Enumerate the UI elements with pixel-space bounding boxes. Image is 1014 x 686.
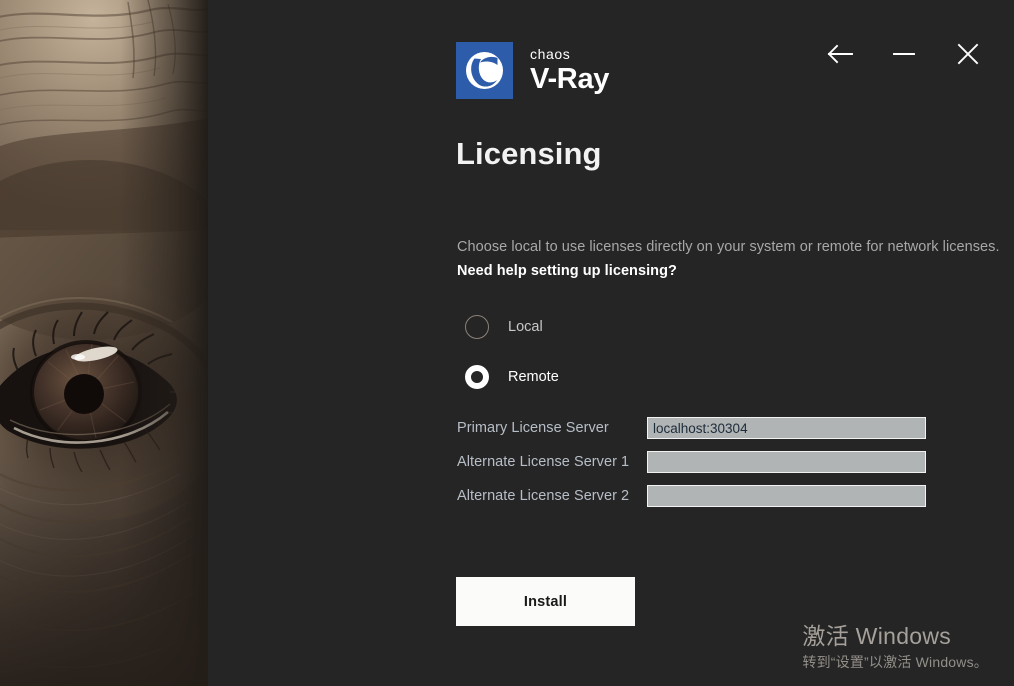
label-primary-license-server: Primary License Server: [457, 420, 609, 436]
activation-subtitle: 转到“设置”以激活 Windows。: [802, 654, 988, 670]
installer-content-panel: chaos V-Ray Licensing Choose local to us…: [208, 0, 1014, 686]
windows-activation-watermark: 激活 Windows 转到“设置”以激活 Windows。: [802, 622, 988, 672]
label-alternate-license-server-2: Alternate License Server 2: [457, 488, 630, 504]
radio-label-remote: Remote: [508, 369, 559, 385]
close-icon: [956, 42, 980, 66]
page-title: Licensing: [456, 136, 602, 171]
elderly-eye-photo: [0, 0, 208, 686]
radio-indicator-local[interactable]: [465, 315, 489, 339]
radio-indicator-remote[interactable]: [465, 365, 489, 389]
vray-logo-icon: [456, 42, 513, 99]
close-button[interactable]: [948, 34, 988, 74]
install-button[interactable]: Install: [456, 577, 635, 626]
field-row-alternate-2: Alternate License Server 2: [457, 485, 926, 507]
input-alternate-license-server-1[interactable]: [647, 451, 926, 473]
radio-option-remote[interactable]: Remote: [465, 362, 559, 392]
radio-option-local[interactable]: Local: [465, 312, 559, 342]
minimize-icon: [892, 43, 916, 65]
license-mode-radio-group: Local Remote: [465, 312, 559, 392]
brand-company-name: chaos: [530, 46, 571, 62]
brand-wordmark: chaos V-Ray: [530, 47, 609, 94]
input-primary-license-server[interactable]: [647, 417, 926, 439]
window-controls: [820, 34, 988, 74]
brand-lockup: chaos V-Ray: [456, 42, 609, 99]
field-row-alternate-1: Alternate License Server 1: [457, 451, 926, 473]
hero-image-panel: [0, 0, 208, 686]
minimize-button[interactable]: [884, 34, 924, 74]
field-row-primary: Primary License Server: [457, 417, 926, 439]
licensing-description: Choose local to use licenses directly on…: [457, 239, 1000, 255]
arrow-left-icon: [826, 43, 854, 65]
radio-label-local: Local: [508, 319, 543, 335]
back-button[interactable]: [820, 34, 860, 74]
licensing-help-link[interactable]: Need help setting up licensing?: [457, 262, 677, 281]
input-alternate-license-server-2[interactable]: [647, 485, 926, 507]
activation-title: 激活 Windows: [802, 623, 952, 649]
license-server-fields: Primary License Server Alternate License…: [457, 417, 926, 507]
brand-product-name: V-Ray: [530, 63, 610, 95]
label-alternate-license-server-1: Alternate License Server 1: [457, 454, 630, 470]
vray-installer-window: chaos V-Ray Licensing Choose local to us…: [0, 0, 1014, 686]
